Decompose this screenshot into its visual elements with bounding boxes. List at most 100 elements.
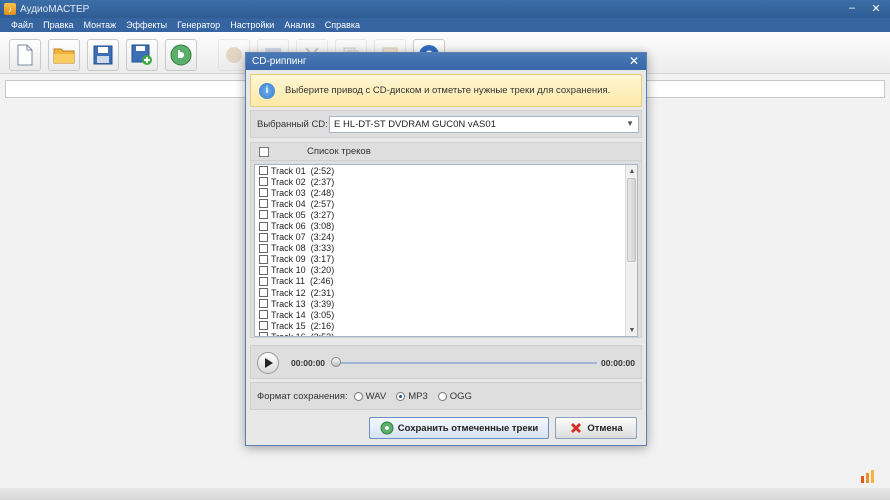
menu-edit[interactable]: Правка: [38, 20, 78, 30]
cd-drive-select[interactable]: E HL-DT-ST DVDRAM GUC0N vAS01 ▼: [329, 115, 639, 133]
open-folder-icon[interactable]: [48, 39, 80, 71]
track-label: Track 08 (3:33): [271, 243, 335, 254]
minimize-icon[interactable]: –: [844, 1, 860, 15]
format-ogg-label: OGG: [449, 390, 472, 402]
menu-analysis[interactable]: Анализ: [279, 20, 319, 30]
track-label: Track 13 (3:39): [271, 298, 335, 309]
scroll-up-icon[interactable]: ▲: [626, 165, 637, 177]
menu-help[interactable]: Справка: [320, 20, 365, 30]
track-row[interactable]: Track 15 (2:16): [255, 320, 637, 331]
play-icon: [265, 358, 273, 368]
menu-bar: Файл Правка Монтаж Эффекты Генератор Нас…: [0, 18, 890, 32]
track-checkbox[interactable]: [259, 221, 268, 231]
track-row[interactable]: Track 14 (3:05): [255, 309, 637, 320]
cd-drive-label: Выбранный CD:: [257, 118, 328, 130]
tracks-list[interactable]: Track 01 (2:52) Track 02 (2:37) Track 03 (…: [254, 164, 638, 337]
radio-wav[interactable]: [353, 391, 363, 401]
track-checkbox[interactable]: [259, 199, 268, 209]
app-logo-icon: ♪: [4, 3, 16, 15]
track-checkbox[interactable]: [259, 288, 268, 298]
format-wav-label: WAV: [365, 390, 387, 402]
track-row[interactable]: Track 03 (2:48): [255, 187, 637, 198]
track-row[interactable]: Track 01 (2:52): [255, 165, 637, 176]
scroll-thumb[interactable]: [627, 178, 636, 262]
app-title: АудиоМАСТЕР: [20, 3, 90, 15]
track-row[interactable]: Track 06 (3:08): [255, 220, 637, 231]
track-row[interactable]: Track 11 (2:46): [255, 276, 637, 287]
track-label: Track 07 (3:24): [271, 232, 335, 243]
track-checkbox[interactable]: [259, 243, 268, 253]
track-checkbox[interactable]: [259, 166, 268, 176]
track-row[interactable]: Track 16 (2:53): [255, 331, 637, 336]
save-tracks-label: Сохранить отмеченные треки: [397, 422, 539, 434]
menu-file[interactable]: Файл: [6, 20, 38, 30]
track-row[interactable]: Track 04 (2:57): [255, 198, 637, 209]
format-row: Формат сохранения: WAV MP3 OGG: [250, 382, 642, 410]
cancel-button[interactable]: Отмена: [555, 417, 637, 439]
track-row[interactable]: Track 07 (3:24): [255, 232, 637, 243]
cancel-label: Отмена: [587, 422, 623, 434]
track-row[interactable]: Track 10 (3:20): [255, 265, 637, 276]
track-checkbox[interactable]: [259, 321, 268, 331]
window-controls: – ✕: [844, 1, 884, 15]
track-label: Track 04 (2:57): [271, 198, 335, 209]
app-titlebar: ♪ АудиоМАСТЕР – ✕: [0, 0, 890, 18]
play-button[interactable]: [257, 352, 279, 374]
radio-ogg[interactable]: [437, 391, 447, 401]
track-checkbox[interactable]: [259, 177, 268, 187]
format-ogg-radio[interactable]: OGG: [437, 390, 472, 402]
track-row[interactable]: Track 08 (3:33): [255, 243, 637, 254]
track-checkbox[interactable]: [259, 265, 268, 275]
cancel-x-icon: [569, 421, 583, 435]
track-checkbox[interactable]: [259, 332, 268, 336]
save-add-icon[interactable]: [126, 39, 158, 71]
scroll-down-icon[interactable]: ▼: [626, 324, 637, 336]
track-row[interactable]: Track 09 (3:17): [255, 254, 637, 265]
track-label: Track 05 (3:27): [271, 209, 335, 220]
current-time: 00:00:00: [291, 358, 326, 368]
track-label: Track 06 (3:08): [271, 221, 335, 232]
close-window-icon[interactable]: ✕: [868, 1, 884, 15]
seek-bar[interactable]: [335, 362, 597, 364]
tracks-scrollbar[interactable]: ▲ ▼: [625, 165, 637, 336]
track-checkbox[interactable]: [259, 188, 268, 198]
track-label: Track 09 (3:17): [271, 254, 335, 265]
track-checkbox[interactable]: [259, 232, 268, 242]
track-label: Track 03 (2:48): [271, 187, 335, 198]
track-row[interactable]: Track 05 (3:27): [255, 209, 637, 220]
track-checkbox[interactable]: [259, 299, 268, 309]
menu-montage[interactable]: Монтаж: [79, 20, 122, 30]
save-icon[interactable]: [87, 39, 119, 71]
music-disc-icon[interactable]: [165, 39, 197, 71]
track-label: Track 02 (2:37): [271, 176, 335, 187]
new-file-icon[interactable]: [9, 39, 41, 71]
track-label: Track 11 (2:46): [271, 276, 334, 287]
track-checkbox[interactable]: [259, 276, 268, 286]
corner-logo-icon: [860, 470, 876, 484]
select-all-checkbox[interactable]: [259, 146, 269, 157]
dialog-titlebar: CD-риппинг: [246, 53, 646, 70]
track-row[interactable]: Track 02 (2:37): [255, 176, 637, 187]
track-checkbox[interactable]: [259, 254, 268, 264]
track-row[interactable]: Track 12 (2:31): [255, 287, 637, 298]
save-tracks-button[interactable]: Сохранить отмеченные треки: [369, 417, 549, 439]
format-wav-radio[interactable]: WAV: [353, 390, 387, 402]
menu-generator[interactable]: Генератор: [172, 20, 225, 30]
track-checkbox[interactable]: [259, 310, 268, 320]
format-label: Формат сохранения:: [257, 390, 348, 402]
dialog-title: CD-риппинг: [252, 56, 307, 67]
track-row[interactable]: Track 13 (3:39): [255, 298, 637, 309]
track-label: Track 10 (3:20): [271, 265, 335, 276]
format-mp3-radio[interactable]: MP3: [396, 391, 428, 402]
total-time: 00:00:00: [600, 358, 635, 368]
format-mp3-label: MP3: [408, 390, 428, 402]
dialog-close-icon[interactable]: ✕: [627, 54, 641, 68]
seek-handle[interactable]: [331, 357, 341, 367]
radio-mp3[interactable]: [396, 391, 406, 401]
info-text: Выберите привод с CD-диском и отметьте н…: [285, 85, 611, 96]
menu-effects[interactable]: Эффекты: [121, 20, 172, 30]
preview-player: 00:00:00 00:00:00: [250, 345, 642, 379]
menu-settings[interactable]: Настройки: [225, 20, 279, 30]
track-checkbox[interactable]: [259, 210, 268, 220]
chevron-down-icon: ▼: [626, 118, 634, 128]
